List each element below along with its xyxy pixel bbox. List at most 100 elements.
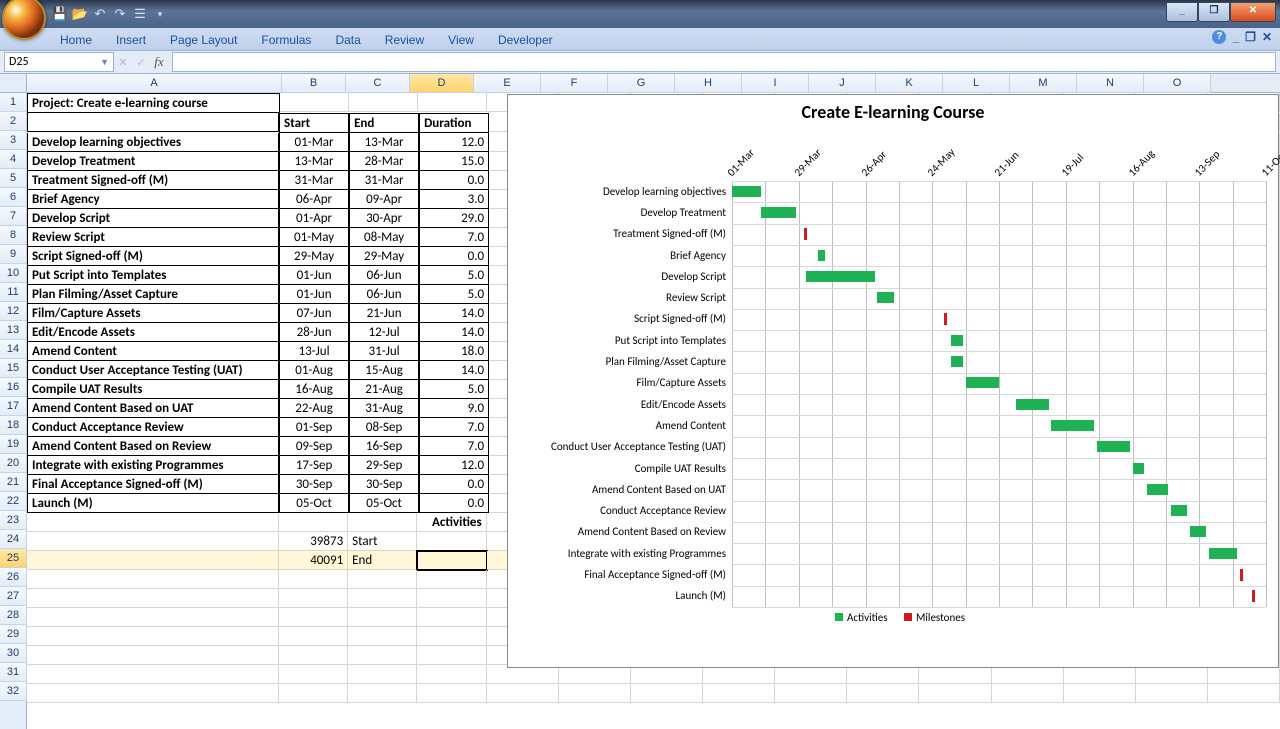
close-button[interactable]: ✕ [1230, 2, 1276, 22]
ribbon-tab-page-layout[interactable]: Page Layout [158, 30, 249, 50]
column-header-J[interactable]: J [809, 74, 876, 93]
cell-C26[interactable] [348, 570, 417, 589]
row-header-7[interactable]: 7 [0, 207, 27, 226]
cell-A22[interactable]: Launch (M) [27, 494, 279, 513]
cell-D28[interactable] [417, 608, 486, 627]
save-icon[interactable]: 💾 [52, 6, 68, 22]
cell-A15[interactable]: Conduct User Acceptance Testing (UAT) [27, 361, 279, 380]
cell-C5[interactable]: 31-Mar [349, 171, 419, 190]
cell-D10[interactable]: 5.0 [419, 266, 489, 285]
row-header-29[interactable]: 29 [0, 625, 27, 644]
cell-C22[interactable]: 05-Oct [349, 494, 419, 513]
cell-B19[interactable]: 09-Sep [279, 437, 349, 456]
cell-C14[interactable]: 31-Jul [349, 342, 419, 361]
cell-A27[interactable] [27, 589, 279, 608]
cell-J32[interactable] [847, 684, 919, 703]
row-header-26[interactable]: 26 [0, 568, 27, 587]
column-header-G[interactable]: G [608, 74, 675, 93]
cell-C15[interactable]: 15-Aug [349, 361, 419, 380]
cell-A3[interactable]: Develop learning objectives [27, 133, 279, 152]
column-header-M[interactable]: M [1010, 74, 1077, 93]
cell-C24[interactable]: Start [348, 532, 417, 551]
cell-A9[interactable]: Script Signed-off (M) [27, 247, 279, 266]
cell-A18[interactable]: Conduct Acceptance Review [27, 418, 279, 437]
ribbon-tab-review[interactable]: Review [373, 30, 436, 50]
column-header-N[interactable]: N [1077, 74, 1144, 93]
maximize-button[interactable]: ❐ [1198, 2, 1230, 22]
cell-A1[interactable]: Project: Create e-learning course [27, 93, 280, 113]
cell-B32[interactable] [279, 684, 348, 703]
row-header-20[interactable]: 20 [0, 454, 27, 473]
cell-B29[interactable] [279, 627, 348, 646]
cell-C4[interactable]: 28-Mar [349, 152, 419, 171]
cell-B28[interactable] [279, 608, 348, 627]
ribbon-minimize-icon[interactable]: _ [1232, 30, 1239, 44]
cell-A30[interactable] [27, 646, 279, 665]
row-header-18[interactable]: 18 [0, 416, 27, 435]
cell-G32[interactable] [631, 684, 703, 703]
ribbon-tab-data[interactable]: Data [323, 30, 372, 50]
qat-customize-icon[interactable]: ▾ [152, 6, 168, 22]
cell-B24[interactable]: 39873 [279, 532, 348, 551]
cell-D11[interactable]: 5.0 [419, 285, 489, 304]
cell-C19[interactable]: 16-Sep [349, 437, 419, 456]
fx-icon[interactable]: fx [150, 54, 168, 70]
cell-D18[interactable]: 7.0 [419, 418, 489, 437]
cell-C3[interactable]: 13-Mar [349, 133, 419, 152]
cell-D6[interactable]: 3.0 [419, 190, 489, 209]
open-icon[interactable]: 📂 [72, 6, 88, 22]
cell-A8[interactable]: Review Script [27, 228, 279, 247]
cell-C8[interactable]: 08-May [349, 228, 419, 247]
undo-icon[interactable]: ↶ [92, 6, 108, 22]
cell-E32[interactable] [487, 684, 559, 703]
row-header-1[interactable]: 1 [0, 93, 27, 112]
ribbon-tab-formulas[interactable]: Formulas [249, 30, 323, 50]
row-header-16[interactable]: 16 [0, 378, 27, 397]
cell-D4[interactable]: 15.0 [419, 152, 489, 171]
cell-C31[interactable] [348, 665, 417, 684]
cell-C30[interactable] [348, 646, 417, 665]
cell-A21[interactable]: Final Acceptance Signed-off (M) [27, 475, 279, 494]
cell-B10[interactable]: 01-Jun [279, 266, 349, 285]
row-header-17[interactable]: 17 [0, 397, 27, 416]
gantt-chart[interactable]: Create E-learning Course 01-Mar29-Mar26-… [507, 94, 1279, 668]
cell-D21[interactable]: 0.0 [419, 475, 489, 494]
cell-C9[interactable]: 29-May [349, 247, 419, 266]
column-header-F[interactable]: F [541, 74, 608, 93]
cell-D5[interactable]: 0.0 [419, 171, 489, 190]
cell-B17[interactable]: 22-Aug [279, 399, 349, 418]
cell-B3[interactable]: 01-Mar [279, 133, 349, 152]
cell-C28[interactable] [348, 608, 417, 627]
row-header-31[interactable]: 31 [0, 663, 27, 682]
redo-icon[interactable]: ↷ [112, 6, 128, 22]
column-header-H[interactable]: H [675, 74, 742, 93]
cell-B8[interactable]: 01-May [279, 228, 349, 247]
cell-B9[interactable]: 29-May [279, 247, 349, 266]
minimize-button[interactable]: _ [1166, 2, 1198, 22]
cell-B23[interactable] [279, 513, 348, 532]
cell-A16[interactable]: Compile UAT Results [27, 380, 279, 399]
new-icon[interactable]: ☰ [132, 6, 148, 22]
row-header-5[interactable]: 5 [0, 169, 27, 188]
cell-A14[interactable]: Amend Content [27, 342, 279, 361]
cell-A23[interactable] [27, 513, 279, 532]
cell-A32[interactable] [27, 684, 279, 703]
cell-K32[interactable] [919, 684, 991, 703]
ribbon-close-icon[interactable]: ✕ [1262, 30, 1272, 44]
cell-B13[interactable]: 28-Jun [279, 323, 349, 342]
row-header-3[interactable]: 3 [0, 131, 27, 150]
cell-A19[interactable]: Amend Content Based on Review [27, 437, 279, 456]
ribbon-tab-home[interactable]: Home [48, 30, 104, 50]
row-header-10[interactable]: 10 [0, 264, 27, 283]
row-header-14[interactable]: 14 [0, 340, 27, 359]
column-header-E[interactable]: E [474, 74, 541, 93]
cell-A4[interactable]: Develop Treatment [27, 152, 279, 171]
row-header-23[interactable]: 23 [0, 511, 27, 530]
row-header-13[interactable]: 13 [0, 321, 27, 340]
column-header-L[interactable]: L [943, 74, 1010, 93]
cell-B1[interactable] [280, 93, 349, 112]
cell-D17[interactable]: 9.0 [419, 399, 489, 418]
formula-input[interactable] [172, 52, 1276, 72]
cell-C11[interactable]: 06-Jun [349, 285, 419, 304]
cell-B15[interactable]: 01-Aug [279, 361, 349, 380]
